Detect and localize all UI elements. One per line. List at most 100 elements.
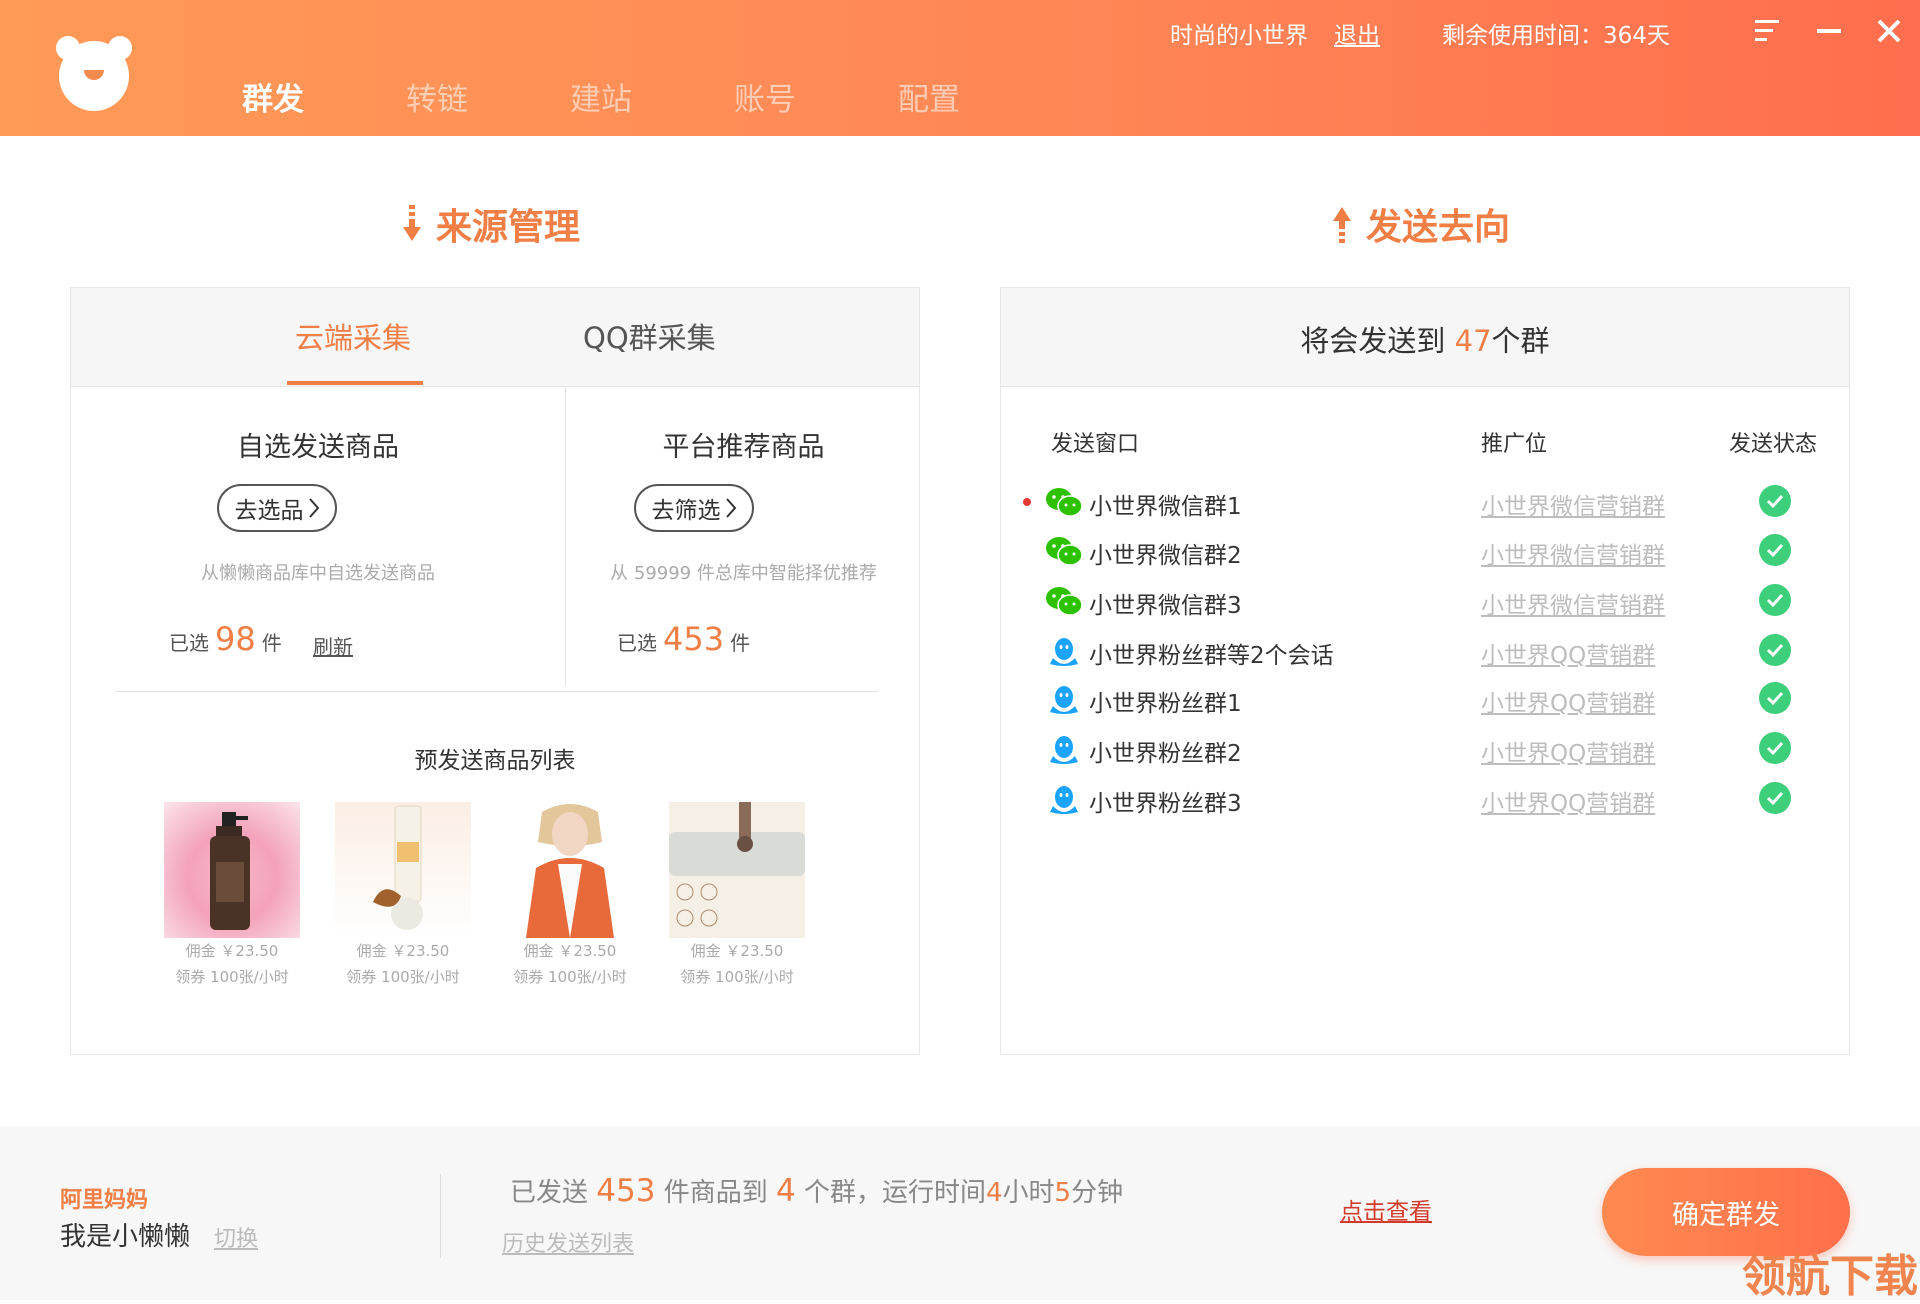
promo-position-link[interactable]: 小世界微信营销群	[1481, 586, 1665, 620]
promo-position-link[interactable]: 小世界QQ营销群	[1481, 684, 1655, 718]
wechat-icon	[1045, 487, 1083, 519]
qq-icon	[1045, 784, 1083, 816]
group-name: 小世界粉丝群1	[1089, 691, 1242, 717]
target-panel: 将会发送到 47个群 发送窗口 推广位 发送状态 小世界微信群1 小世界微信营销群…	[1000, 287, 1850, 1055]
switch-account-link[interactable]: 切换	[214, 1221, 258, 1253]
product-card[interactable]: 佣金 ￥23.50 领券 100张/小时	[669, 802, 805, 990]
stats-hours-unit: 小时	[1002, 1178, 1055, 1208]
qq-icon	[1045, 684, 1083, 716]
source-panel: 云端采集 QQ群采集 自选发送商品 去选品 从懒懒商品库中自选发送商品 已选 98…	[70, 287, 920, 1055]
stats-sent-count: 453	[596, 1173, 656, 1209]
platform-hint: 从 59999 件总库中智能择优推荐	[610, 563, 877, 584]
product-coupon: 领券 100张/小时	[175, 968, 289, 986]
view-details-link[interactable]: 点击查看	[1340, 1192, 1432, 1226]
target-header: 将会发送到 47个群	[1001, 288, 1849, 387]
unread-dot	[1023, 498, 1031, 506]
column-header-promo: 推广位	[1481, 432, 1548, 457]
filter-products-label: 去筛选	[651, 498, 721, 524]
minimize-icon[interactable]	[1812, 14, 1846, 48]
platform-count: 已选 453 件	[617, 620, 750, 658]
remaining-time: 剩余使用时间：364天	[1442, 23, 1670, 49]
platform-title: 平台推荐商品	[662, 432, 825, 463]
product-image-cardigan[interactable]	[502, 802, 638, 938]
status-check-icon	[1759, 534, 1791, 566]
send-group-count: 47	[1454, 324, 1492, 358]
selected-prefix: 已选	[617, 631, 657, 655]
promo-position-link[interactable]: 小世界微信营销群	[1481, 487, 1665, 521]
active-tab-indicator	[287, 381, 423, 385]
product-card[interactable]: 佣金 ￥23.50 领券 100张/小时	[164, 802, 300, 990]
nav-tab-config[interactable]: 配置	[898, 74, 960, 119]
promo-position-link[interactable]: 小世界微信营销群	[1481, 536, 1665, 570]
group-name: 小世界微信群1	[1089, 494, 1242, 520]
product-list-title: 预发送商品列表	[414, 748, 576, 774]
send-stats: 已发送 453 件商品到 4 个群，运行时间4小时5分钟	[510, 1172, 1123, 1209]
promo-position-link[interactable]: 小世界QQ营销群	[1481, 734, 1655, 768]
promo-position-link[interactable]: 小世界QQ营销群	[1481, 636, 1655, 670]
selected-count: 98	[215, 620, 256, 658]
status-check-icon	[1759, 782, 1791, 814]
target-title-text: 发送去向	[1366, 207, 1511, 248]
qq-icon	[1045, 734, 1083, 766]
product-image-cream[interactable]	[335, 802, 471, 938]
arrow-up-icon	[1333, 207, 1351, 243]
send-summary-suffix: 个群	[1491, 324, 1550, 358]
history-list-link[interactable]: 历史发送列表	[502, 1226, 634, 1258]
group-row[interactable]: 小世界粉丝群3 小世界QQ营销群	[1001, 772, 1849, 832]
footer-divider	[440, 1174, 441, 1258]
status-check-icon	[1759, 732, 1791, 764]
product-commission: 佣金 ￥23.50	[690, 942, 784, 960]
stats-minutes: 5	[1054, 1178, 1072, 1208]
product-commission: 佣金 ￥23.50	[356, 942, 450, 960]
current-user: 我是小懒懒	[60, 1222, 191, 1252]
top-bar: 群发 转链 建站 账号 配置 时尚的小世界 退出 剩余使用时间：364天	[0, 0, 1920, 136]
source-title: 来源管理	[402, 198, 580, 250]
product-image-mop[interactable]	[669, 802, 805, 938]
nav-tab-group-send[interactable]: 群发	[242, 74, 304, 119]
source-tabs: 云端采集 QQ群采集	[71, 288, 919, 387]
username-label: 时尚的小世界	[1170, 23, 1308, 49]
divider-horizontal	[116, 691, 878, 692]
group-name: 小世界微信群2	[1089, 543, 1242, 569]
filter-products-button[interactable]: 去筛选	[634, 484, 754, 532]
arrow-down-icon	[403, 205, 421, 241]
nav-tab-convert-link[interactable]: 转链	[406, 74, 468, 119]
product-coupon: 领券 100张/小时	[346, 968, 460, 986]
product-card[interactable]: 佣金 ￥23.50 领券 100张/小时	[502, 802, 638, 990]
select-products-label: 去选品	[234, 498, 304, 524]
promo-position-link[interactable]: 小世界QQ营销群	[1481, 784, 1655, 818]
send-summary-prefix: 将会发送到	[1300, 324, 1455, 358]
self-select-title: 自选发送商品	[237, 432, 399, 463]
refresh-link[interactable]: 刷新	[313, 631, 353, 660]
footer-bar: 阿里妈妈 我是小懒懒 切换 已发送 453 件商品到 4 个群，运行时间4小时5…	[0, 1126, 1920, 1300]
group-name: 小世界粉丝群2	[1089, 741, 1242, 767]
product-card[interactable]: 佣金 ￥23.50 领券 100张/小时	[335, 802, 471, 990]
qq-icon	[1045, 636, 1083, 668]
target-title: 发送去向	[1332, 198, 1510, 250]
nav-tab-account[interactable]: 账号	[734, 74, 796, 119]
status-check-icon	[1759, 634, 1791, 666]
selected-count: 453	[663, 620, 725, 658]
select-products-button[interactable]: 去选品	[217, 484, 337, 532]
self-select-hint: 从懒懒商品库中自选发送商品	[201, 563, 435, 584]
stats-sent-mid: 件商品到	[655, 1178, 776, 1208]
close-icon[interactable]	[1872, 14, 1906, 48]
stats-group-mid: 个群，运行时间	[795, 1178, 986, 1208]
wechat-icon	[1045, 586, 1083, 618]
product-image-lotion[interactable]	[164, 802, 300, 938]
menu-icon[interactable]	[1752, 14, 1786, 48]
product-commission: 佣金 ￥23.50	[185, 942, 279, 960]
selected-unit: 件	[730, 631, 751, 655]
nav-tab-build-site[interactable]: 建站	[570, 74, 632, 119]
column-header-status: 发送状态	[1729, 432, 1818, 457]
source-title-text: 来源管理	[436, 207, 581, 248]
logout-link[interactable]: 退出	[1334, 16, 1380, 50]
tab-cloud-collect[interactable]: 云端采集	[295, 315, 411, 357]
tab-qq-collect[interactable]: QQ群采集	[583, 315, 716, 357]
send-summary: 将会发送到 47个群	[1001, 318, 1849, 360]
stats-group-count: 4	[775, 1173, 796, 1209]
selected-unit: 件	[261, 631, 282, 655]
status-check-icon	[1759, 584, 1791, 616]
stats-hours: 4	[985, 1178, 1003, 1208]
column-header-window: 发送窗口	[1051, 432, 1140, 457]
